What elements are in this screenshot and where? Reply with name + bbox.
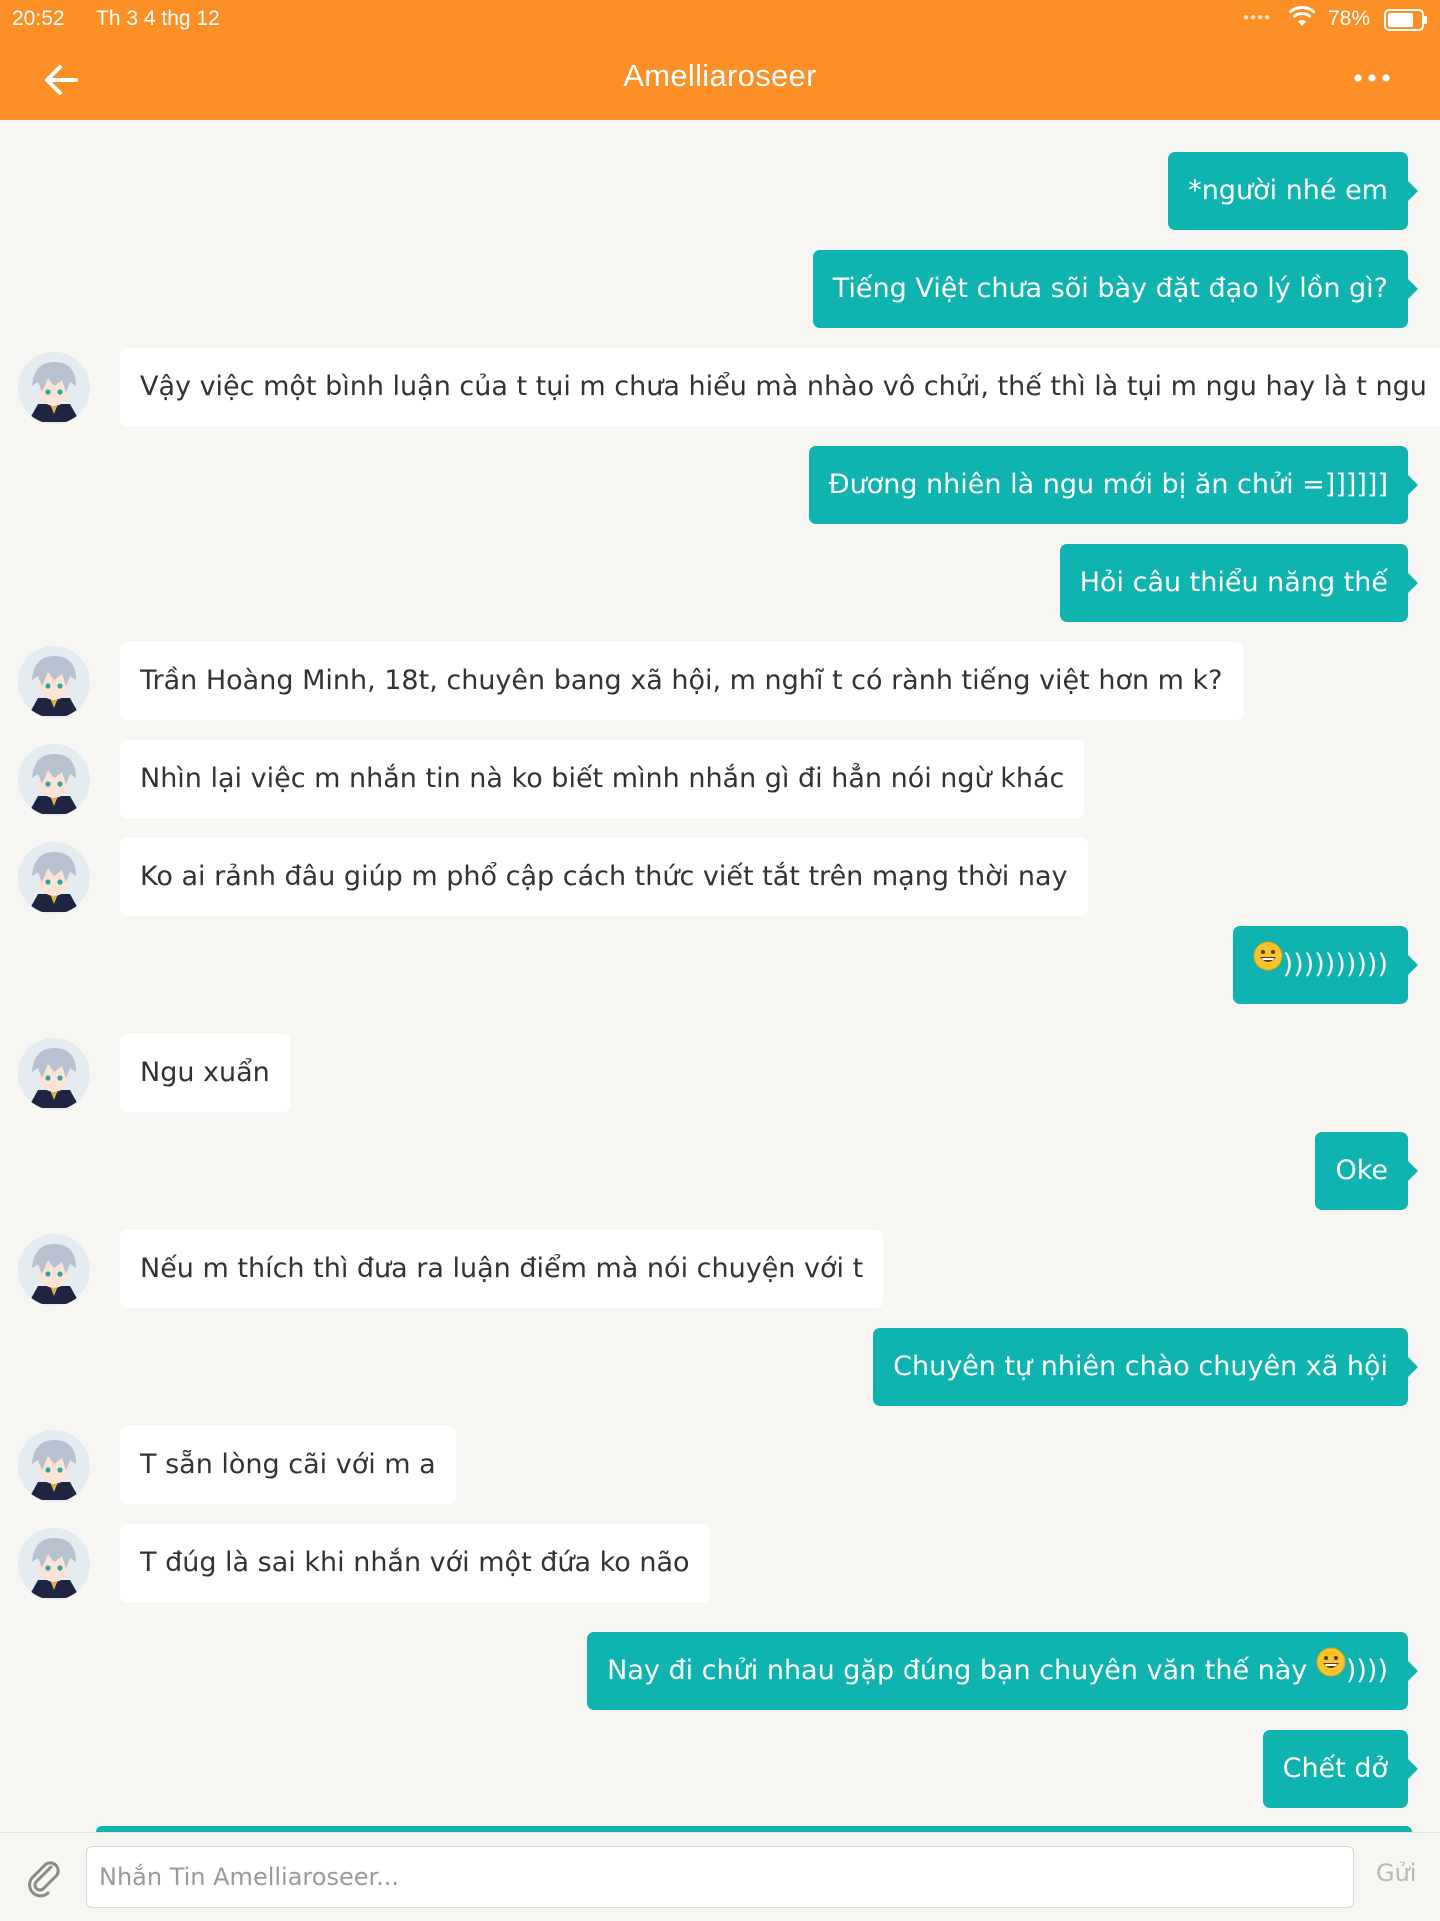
chat-header: Amelliaroseer	[0, 38, 1440, 120]
avatar[interactable]	[18, 1430, 90, 1502]
message-row-sent: Chết dở	[0, 1730, 1440, 1810]
message-text: Hỏi câu thiểu năng thế	[1079, 567, 1388, 598]
status-date: Th 3 4 thg 12	[96, 7, 220, 30]
message-text: *người nhé em	[1188, 175, 1388, 206]
avatar[interactable]	[18, 646, 90, 718]
message-row-received: T sẵn lòng cãi với m a	[0, 1426, 1440, 1506]
message-list[interactable]: *người nhé em Tiếng Việt chưa sõi bày đặt…	[0, 120, 1440, 1832]
message-bubble[interactable]: T đúg là sai khi nhắn với một đứa ko não	[120, 1524, 710, 1602]
grinning-face-icon	[1316, 1630, 1346, 1708]
message-row-sent: Tiếng Việt chưa sõi bày đặt đạo lý lồn g…	[0, 250, 1440, 330]
message-bubble[interactable]: Nay đi chửi nhau gặp đúng bạn chuyên văn…	[587, 1630, 1418, 1710]
message-row-received: Vậy việc một bình luận của t tụi m chưa …	[0, 348, 1440, 428]
status-bar: 20:52 Th 3 4 thg 12 ●●●● 78%	[0, 0, 1440, 38]
message-text: T đúg là sai khi nhắn với một đứa ko não	[140, 1547, 690, 1578]
message-bubble[interactable]: Đương nhiên là ngu mới bị ăn chửi =]]]]]…	[808, 446, 1419, 524]
message-row-received: Trần Hoàng Minh, 18t, chuyên bang xã hội…	[0, 642, 1440, 722]
message-text: T sẵn lòng cãi với m a	[140, 1449, 436, 1480]
message-text: Nếu m thích thì đưa ra luận điểm mà nói …	[140, 1253, 864, 1284]
message-bubble[interactable]: Chuyên tự nhiên chào chuyên xã hội	[873, 1328, 1418, 1406]
avatar[interactable]	[18, 1234, 90, 1306]
message-row-received: Ko ai rảnh đâu giúp m phổ cập cách thức …	[0, 838, 1440, 918]
message-text: Nay đi chửi nhau gặp đúng bạn chuyên văn…	[607, 1655, 1316, 1686]
message-bubble[interactable]: Nhìn lại việc m nhắn tin nà ko biết mình…	[120, 740, 1085, 818]
message-bubble[interactable]: *người nhé em	[1168, 152, 1418, 230]
message-bubble[interactable]: Chết dở	[1262, 1730, 1419, 1808]
more-dots-icon[interactable]	[1352, 68, 1392, 88]
message-bubble[interactable]: Vậy việc một bình luận của t tụi m chưa …	[120, 348, 1440, 426]
avatar[interactable]	[18, 842, 90, 914]
message-row-sent: Nay đi chửi nhau gặp đúng bạn chuyên văn…	[0, 1632, 1440, 1712]
message-bubble[interactable]: Trần Hoàng Minh, 18t, chuyên bang xã hội…	[120, 642, 1243, 720]
wifi-icon	[1288, 5, 1316, 34]
message-row-received: T đúg là sai khi nhắn với một đứa ko não	[0, 1524, 1440, 1604]
message-bubble[interactable]: Ngu xuẩn	[120, 1034, 290, 1112]
message-bubble[interactable]: T sẵn lòng cãi với m a	[120, 1426, 456, 1504]
message-row-received: Nếu m thích thì đưa ra luận điểm mà nói …	[0, 1230, 1440, 1310]
grinning-face-icon	[1253, 924, 1283, 1002]
send-button[interactable]: Gửi	[1376, 1859, 1416, 1887]
message-text: Ko ai rảnh đâu giúp m phổ cập cách thức …	[140, 861, 1068, 892]
message-text: Tiếng Việt chưa sõi bày đặt đạo lý lồn g…	[832, 273, 1388, 304]
message-text: Ngu xuẩn	[140, 1057, 270, 1088]
composer-bar: Gửi	[0, 1832, 1440, 1921]
message-text: Oke	[1335, 1155, 1388, 1186]
message-text: Nhìn lại việc m nhắn tin nà ko biết mình…	[140, 763, 1065, 794]
message-text: Chuyên tự nhiên chào chuyên xã hội	[893, 1351, 1388, 1382]
avatar[interactable]	[18, 352, 90, 424]
message-bubble[interactable]: Nếu m thích thì đưa ra luận điểm mà nói …	[120, 1230, 884, 1308]
avatar[interactable]	[18, 1038, 90, 1110]
message-row-received: Nhìn lại việc m nhắn tin nà ko biết mình…	[0, 740, 1440, 820]
avatar[interactable]	[18, 1528, 90, 1600]
avatar[interactable]	[18, 744, 90, 816]
message-bubble[interactable]: Tiếng Việt chưa sõi bày đặt đạo lý lồn g…	[812, 250, 1419, 328]
chat-title: Amelliaroseer	[623, 58, 817, 93]
message-row-sent: Hỏi câu thiểu năng thế	[0, 544, 1440, 624]
battery-percent: 78%	[1328, 7, 1371, 30]
message-row-sent: Đương nhiên là ngu mới bị ăn chửi =]]]]]…	[0, 446, 1440, 526]
signal-icon: ●●●●	[1243, 12, 1272, 23]
message-bubble[interactable]: Oke	[1315, 1132, 1418, 1210]
message-text: Đương nhiên là ngu mới bị ăn chửi =]]]]]…	[828, 469, 1388, 500]
paperclip-icon[interactable]	[22, 1855, 66, 1899]
message-row-sent: ))))))))))	[0, 926, 1440, 1006]
battery-icon	[1384, 9, 1428, 37]
message-row-sent: Chuyên tự nhiên chào chuyên xã hội	[0, 1328, 1440, 1408]
message-text-suffix: ))))	[1345, 1655, 1388, 1686]
message-bubble[interactable]: Ko ai rảnh đâu giúp m phổ cập cách thức …	[120, 838, 1088, 916]
message-bubble[interactable]: Hỏi câu thiểu năng thế	[1059, 544, 1419, 622]
message-input[interactable]	[86, 1846, 1354, 1908]
message-row-received: Ngu xuẩn	[0, 1034, 1440, 1114]
message-row-sent: *người nhé em	[0, 152, 1440, 232]
message-text: Chết dở	[1282, 1753, 1388, 1784]
message-row-sent: Oke	[0, 1132, 1440, 1212]
message-text: ))))))))))	[1282, 949, 1388, 980]
message-bubble[interactable]: ))))))))))	[1232, 924, 1419, 1004]
status-time: 20:52	[12, 7, 65, 30]
message-text: Trần Hoàng Minh, 18t, chuyên bang xã hội…	[140, 665, 1223, 696]
message-text: Vậy việc một bình luận của t tụi m chưa …	[140, 371, 1427, 402]
